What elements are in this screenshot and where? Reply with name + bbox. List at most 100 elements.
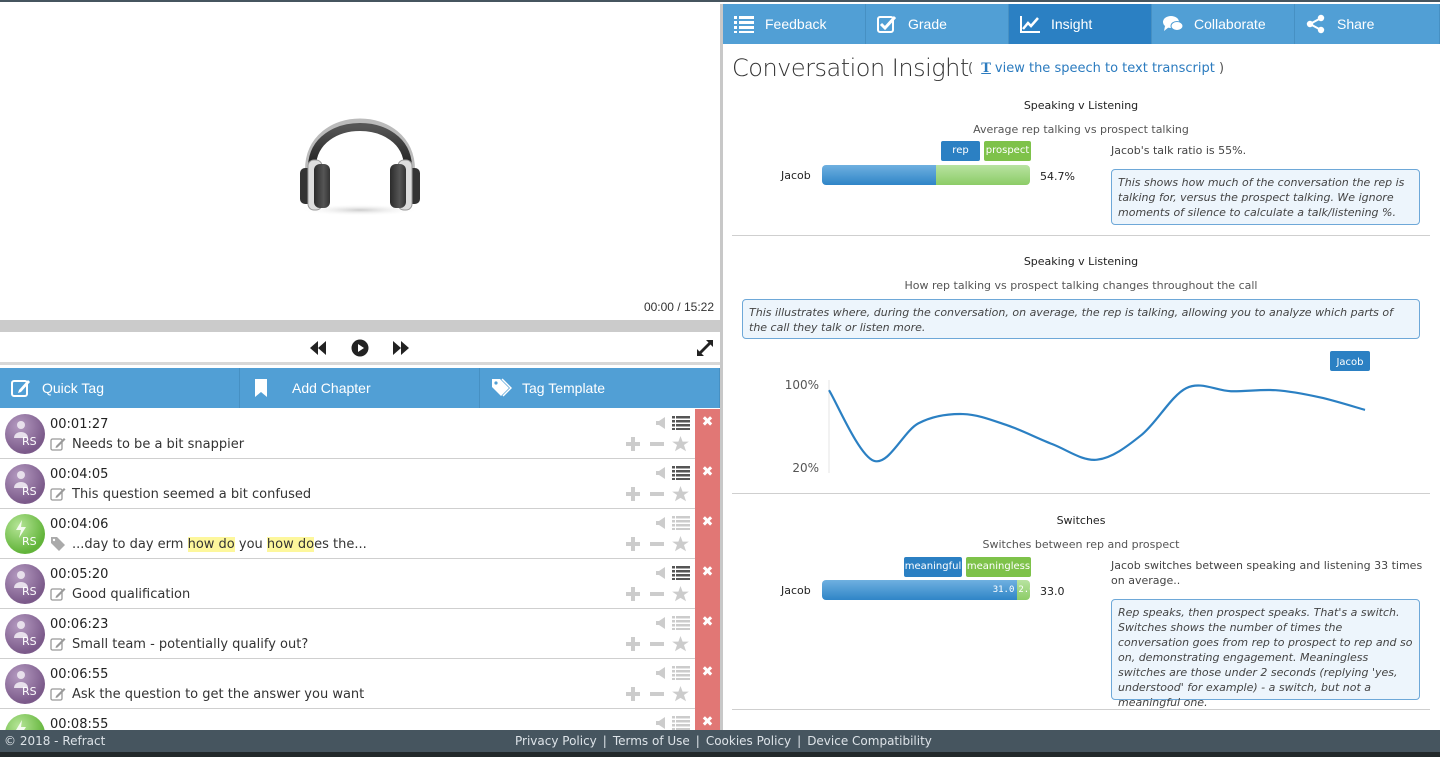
playback-progress-bar[interactable] — [0, 320, 720, 332]
delete-tag-button[interactable]: ✖ — [695, 659, 720, 709]
transcript-link[interactable]: view the speech to text transcript — [995, 61, 1215, 76]
tag-timestamp[interactable]: 00:04:06 — [50, 517, 108, 532]
tag-row[interactable]: RS 00:04:05 This question seemed a bit con… — [0, 459, 720, 509]
tab-share-label: Share — [1337, 16, 1375, 32]
tag-row[interactable]: RS 00:05:20 Good qualification ✖ — [0, 559, 720, 609]
left-pane: 00:00 / 15:22 Quick Tag Add Chapter Tag … — [0, 4, 720, 730]
tag-text: Ask the question to get the answer you w… — [72, 686, 365, 702]
minus-icon[interactable] — [650, 442, 664, 446]
tag-timestamp[interactable]: 00:06:55 — [50, 667, 108, 682]
tag-timestamp[interactable]: 00:08:55 — [50, 717, 108, 730]
expand-icon — [697, 340, 713, 356]
tag-row[interactable]: RS 00:04:06 ...day to day erm how do you h… — [0, 509, 720, 559]
list-icon[interactable] — [672, 566, 690, 580]
tag-text: Good qualification — [72, 586, 191, 602]
tab-grade[interactable]: Grade — [866, 4, 1009, 44]
list-icon[interactable] — [672, 666, 690, 680]
list-icon[interactable] — [672, 616, 690, 630]
plus-icon[interactable] — [626, 537, 640, 551]
delete-tag-button[interactable]: ✖ — [695, 559, 720, 609]
delete-tag-button[interactable]: ✖ — [695, 409, 720, 459]
volume-icon[interactable] — [656, 717, 666, 729]
delete-tag-button[interactable]: ✖ — [695, 509, 720, 559]
tag-timestamp[interactable]: 00:04:05 — [50, 467, 108, 482]
volume-icon[interactable] — [656, 517, 666, 529]
volume-icon[interactable] — [656, 667, 666, 679]
tag-timestamp[interactable]: 00:01:27 — [50, 417, 108, 432]
device-compatibility-link[interactable]: Device Compatibility — [807, 734, 932, 748]
lightning-icon — [16, 720, 26, 730]
tab-collaborate-label: Collaborate — [1194, 16, 1266, 32]
tag-timestamp[interactable]: 00:05:20 — [50, 567, 108, 582]
tag-note: Small team - potentially qualify out? — [50, 636, 308, 652]
volume-icon[interactable] — [656, 617, 666, 629]
volume-icon[interactable] — [656, 567, 666, 579]
list-icon[interactable] — [672, 416, 690, 430]
media-player[interactable]: 00:00 / 15:22 — [0, 4, 720, 320]
fullscreen-button[interactable] — [695, 338, 715, 358]
terms-of-use-link[interactable]: Terms of Use — [613, 734, 690, 748]
switches-total: 33.0 — [1040, 585, 1065, 598]
tab-collaborate[interactable]: Collaborate — [1152, 4, 1295, 44]
series-line-jacob — [828, 384, 1366, 463]
tab-share[interactable]: Share — [1295, 4, 1440, 44]
star-icon[interactable] — [672, 586, 689, 602]
minus-icon[interactable] — [650, 642, 664, 646]
privacy-policy-link[interactable]: Privacy Policy — [515, 734, 597, 748]
list-icon[interactable] — [672, 516, 690, 530]
plus-icon[interactable] — [626, 637, 640, 651]
cookies-policy-link[interactable]: Cookies Policy — [706, 734, 791, 748]
tag-note: Needs to be a bit snappier — [50, 436, 244, 452]
footer-links: Privacy Policy | Terms of Use | Cookies Poli… — [515, 734, 932, 748]
plus-icon[interactable] — [626, 687, 640, 701]
star-icon[interactable] — [672, 686, 689, 702]
plus-icon[interactable] — [626, 487, 640, 501]
tag-timestamp[interactable]: 00:06:23 — [50, 617, 108, 632]
quick-tag-button[interactable]: Quick Tag — [0, 368, 240, 408]
star-icon[interactable] — [672, 486, 689, 502]
delete-tag-button[interactable]: ✖ — [695, 709, 720, 730]
bookmark-icon — [255, 379, 267, 397]
minus-icon[interactable] — [650, 542, 664, 546]
volume-icon[interactable] — [656, 467, 666, 479]
tag-row[interactable]: RS 00:06:55 Ask the question to get the an… — [0, 659, 720, 709]
tag-text: ...day to day erm — [72, 536, 188, 552]
delete-tag-button[interactable]: ✖ — [695, 459, 720, 509]
tag-template-button[interactable]: Tag Template — [480, 368, 720, 408]
plus-icon[interactable] — [626, 437, 640, 451]
tab-insight[interactable]: Insight — [1009, 4, 1152, 44]
add-chapter-button[interactable]: Add Chapter — [240, 368, 480, 408]
delete-tag-button[interactable]: ✖ — [695, 609, 720, 659]
talk-over-time-chart: 100% 20% Jacob — [785, 351, 1370, 475]
tag-row[interactable]: RS 00:01:27 Needs to be a bit snappier ✖ — [0, 409, 720, 459]
avatar: RS — [5, 514, 45, 554]
tag-note: Good qualification — [50, 586, 190, 602]
plus-icon[interactable] — [626, 587, 640, 601]
tag-row[interactable]: RS 00:06:23 Small team - potentially quali… — [0, 609, 720, 659]
volume-icon[interactable] — [656, 417, 666, 429]
star-icon[interactable] — [672, 436, 689, 452]
minus-icon[interactable] — [650, 592, 664, 596]
star-icon[interactable] — [672, 636, 689, 652]
list-icon[interactable] — [672, 716, 690, 730]
paren-open: ( — [968, 61, 974, 76]
fast-forward-button[interactable] — [391, 338, 411, 358]
tab-bar: Feedback Grade Insight Collaborate Share — [723, 4, 1440, 44]
tag-row[interactable]: RS 00:08:55 ✖ — [0, 709, 720, 730]
quick-tag-label: Quick Tag — [42, 380, 104, 396]
separator: | — [797, 734, 802, 748]
star-icon[interactable] — [672, 536, 689, 552]
tab-feedback-label: Feedback — [765, 16, 827, 32]
rewind-button[interactable] — [308, 338, 328, 358]
play-button[interactable] — [350, 338, 370, 358]
tag-icon — [51, 537, 65, 551]
text-icon[interactable]: T — [981, 61, 991, 76]
minus-icon[interactable] — [650, 492, 664, 496]
minus-icon[interactable] — [650, 692, 664, 696]
tab-feedback[interactable]: Feedback — [723, 4, 866, 44]
list-icon[interactable] — [672, 466, 690, 480]
avatar: RS — [5, 664, 45, 704]
tag-list: RS 00:01:27 Needs to be a bit snappier ✖ RS 0… — [0, 409, 720, 730]
line-chart-icon — [1020, 16, 1040, 33]
tag-text: Needs to be a bit snappier — [72, 436, 245, 452]
